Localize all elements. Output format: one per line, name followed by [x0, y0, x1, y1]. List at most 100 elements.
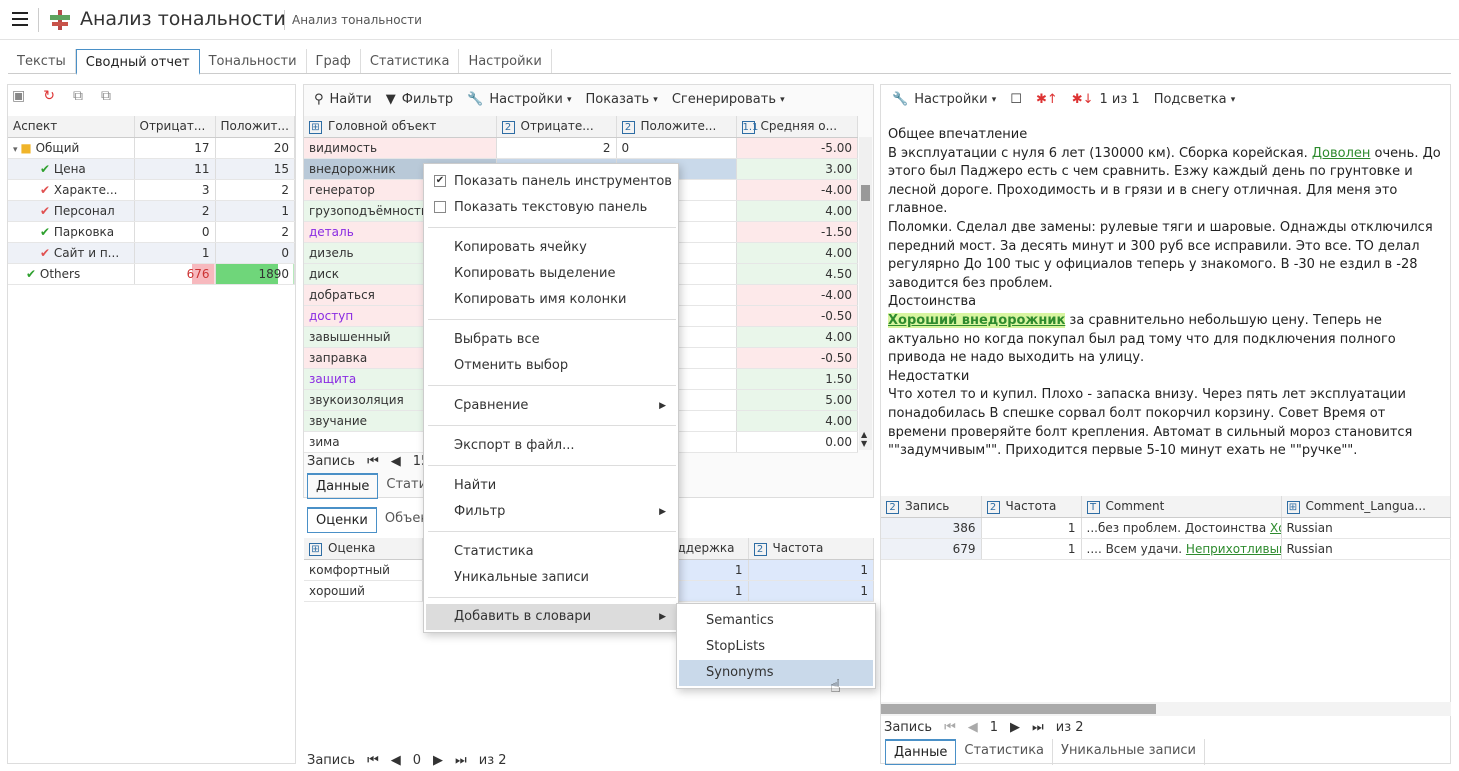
vertical-scrollbar[interactable]: ▲ ▼: [859, 137, 872, 450]
save-icon[interactable]: ▣: [12, 88, 25, 104]
lower-record-nav: Запись ⏮ ◀ 0 ▶ ⏭ из 2: [307, 753, 507, 768]
tab-ratings[interactable]: Оценки: [307, 507, 377, 533]
prev-record-icon[interactable]: ◀: [391, 454, 401, 469]
right-record-nav: Запись ⏮ ◀ 1 ▶ ⏭ из 2: [884, 720, 1084, 735]
folder-icon: ■: [20, 140, 32, 155]
chevron-right-icon: ▶: [659, 401, 666, 411]
hamburger-menu-icon[interactable]: [12, 12, 28, 26]
col-negative[interactable]: 2 Отрицате...: [496, 116, 617, 138]
col-rating[interactable]: ⊞ Оценка: [304, 538, 423, 560]
check-icon: ✔: [40, 224, 51, 239]
tab-data[interactable]: Данные: [885, 739, 957, 765]
menu-statistics[interactable]: Статистика: [426, 539, 676, 565]
highlighted-phrase[interactable]: Хороший внедорожник: [888, 312, 1066, 328]
wrench-icon: 🔧: [892, 92, 909, 107]
menu-comparison[interactable]: Сравнение ▶: [426, 393, 676, 419]
col-language[interactable]: ⊞ Comment_Langua...: [1281, 496, 1451, 518]
menu-select-all[interactable]: Выбрать все: [426, 327, 676, 353]
table-row[interactable]: ✔ Сайт и п... 1 0: [8, 242, 295, 264]
cross-check-icon: ✔: [40, 245, 51, 260]
first-record-icon[interactable]: ⏮: [367, 753, 379, 768]
col-positive[interactable]: Положит...: [215, 116, 295, 138]
table-row[interactable]: 6791.... Всем удачи. Неприхотливый кRuss…: [881, 538, 1451, 560]
highlight-dropdown[interactable]: Подсветка ▾: [1154, 92, 1236, 107]
funnel-icon: ▼: [385, 92, 396, 107]
sentiment-link[interactable]: Доволен: [1312, 146, 1371, 161]
menu-deselect[interactable]: Отменить выбор: [426, 353, 676, 379]
find-button[interactable]: ⚲ Найти: [314, 92, 372, 107]
table-row[interactable]: ✔ Others 676 1890: [8, 263, 295, 285]
menu-copy-selection[interactable]: Копировать выделение: [426, 261, 676, 287]
settings-button[interactable]: 🔧 Настройки ▾: [892, 92, 996, 107]
first-record-icon[interactable]: ⏮: [367, 454, 379, 469]
col-aspect[interactable]: Аспект: [8, 116, 135, 138]
hand-cursor-icon: ☝: [830, 676, 841, 697]
expand-all-icon[interactable]: ⧉: [73, 88, 83, 104]
col-positive[interactable]: 2 Положите...: [616, 116, 737, 138]
menu-show-toolbar[interactable]: ✔ Показать панель инструментов: [426, 169, 676, 195]
generate-button[interactable]: Сгенерировать ▾: [672, 92, 785, 107]
cross-check-icon: ✔: [40, 182, 51, 197]
submenu-stoplists[interactable]: StopLists: [679, 634, 873, 660]
prev-record-icon[interactable]: ◀: [391, 753, 401, 768]
menu-add-to-dictionaries[interactable]: Добавить в словари ▶: [426, 604, 676, 630]
col-frequency[interactable]: 2 Частота: [981, 496, 1082, 518]
last-record-icon[interactable]: ⏭: [1032, 720, 1044, 735]
last-record-icon[interactable]: ⏭: [455, 753, 467, 768]
prev-highlight-icon[interactable]: ✱↑: [1036, 92, 1058, 107]
table-row[interactable]: ✔ Характе... 3 2: [8, 179, 295, 201]
col-support[interactable]: ддержка: [672, 538, 749, 560]
menu-unique-records[interactable]: Уникальные записи: [426, 565, 676, 591]
grid-icon: ⊞: [309, 120, 322, 134]
refresh-icon[interactable]: ↻: [43, 88, 55, 104]
next-record-icon[interactable]: ▶: [433, 753, 443, 768]
menu-filter[interactable]: Фильтр ▶: [426, 499, 676, 525]
table-row[interactable]: 3861...без проблем. Достоинства ХорRussi…: [881, 517, 1451, 539]
col-comment[interactable]: T Comment: [1081, 496, 1282, 518]
tab-unique-records[interactable]: Уникальные записи: [1053, 739, 1205, 765]
dictionaries-submenu: Semantics StopLists Synonyms: [676, 603, 876, 689]
aspect-table: Аспект Отрицат... Положит... ▾ ■ Общий 17 20…: [8, 116, 295, 285]
settings-button[interactable]: 🔧 Настройки ▾: [467, 92, 571, 107]
tab-sentiments[interactable]: Тональности: [200, 49, 307, 73]
table-row[interactable]: ✔ Персонал 2 1: [8, 200, 295, 222]
wrench-icon: 🔧: [467, 92, 484, 107]
tab-graph[interactable]: Граф: [307, 49, 361, 73]
table-row[interactable]: ✔ Парковка 0 2: [8, 221, 295, 243]
first-record-icon[interactable]: ⏮: [944, 720, 956, 735]
tab-summary[interactable]: Сводный отчет: [75, 49, 200, 75]
col-negative[interactable]: Отрицат...: [134, 116, 216, 138]
tab-statistics[interactable]: Статистика: [361, 49, 460, 73]
submenu-synonyms[interactable]: Synonyms: [679, 660, 873, 686]
table-row[interactable]: ✔ Цена 11 15: [8, 158, 295, 180]
filter-button[interactable]: ▼ Фильтр: [386, 92, 453, 107]
app-logo-icon: [50, 10, 70, 30]
table-row[interactable]: видимость 2 0 -5.00: [304, 137, 858, 159]
show-button[interactable]: Показать ▾: [585, 92, 657, 107]
next-highlight-icon[interactable]: ✱↓: [1072, 92, 1094, 107]
tab-texts[interactable]: Тексты: [8, 49, 76, 73]
col-record[interactable]: 2 Запись: [881, 496, 982, 518]
tab-data[interactable]: Данные: [307, 473, 379, 499]
context-menu: ✔ Показать панель инструментов Показать т…: [423, 163, 679, 633]
horizontal-scrollbar[interactable]: [881, 702, 1451, 716]
tab-settings[interactable]: Настройки: [459, 49, 552, 73]
binoculars-icon: ⚲: [314, 92, 324, 107]
tab-statistics[interactable]: Статистика: [956, 739, 1054, 765]
menu-copy-cell[interactable]: Копировать ячейку: [426, 235, 676, 261]
col-head-object[interactable]: ⊞ Головной объект: [304, 116, 497, 138]
collapse-all-icon[interactable]: ⧉: [101, 88, 111, 104]
cross-check-icon: ✔: [40, 203, 51, 218]
table-row[interactable]: ▾ ■ Общий 17 20: [8, 137, 295, 159]
menu-show-text-panel[interactable]: Показать текстовую панель: [426, 195, 676, 221]
col-average[interactable]: 1.1 Средняя о...: [736, 116, 858, 138]
menu-copy-column-name[interactable]: Копировать имя колонки: [426, 287, 676, 313]
menu-find[interactable]: Найти: [426, 473, 676, 499]
submenu-semantics[interactable]: Semantics: [679, 608, 873, 634]
prev-record-icon[interactable]: ◀: [968, 720, 978, 735]
copy-icon[interactable]: ☐: [1010, 92, 1022, 107]
menu-export[interactable]: Экспорт в файл...: [426, 433, 676, 459]
chevron-right-icon: ▶: [659, 612, 666, 622]
next-record-icon[interactable]: ▶: [1010, 720, 1020, 735]
col-frequency[interactable]: 2 Частота: [748, 538, 874, 560]
